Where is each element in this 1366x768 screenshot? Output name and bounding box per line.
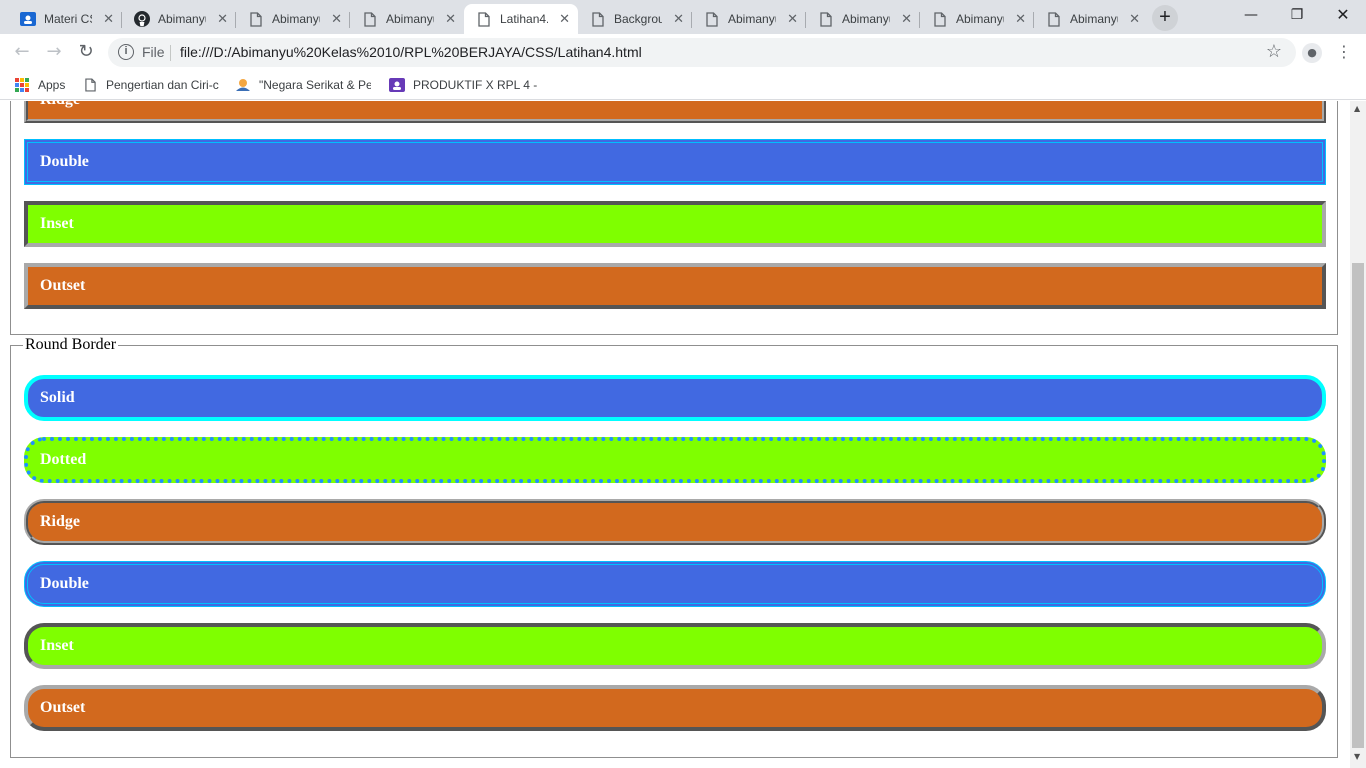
box-label: Inset [40, 637, 74, 654]
tab-title: Abimanyu [158, 12, 206, 26]
close-icon[interactable]: ✕ [331, 11, 342, 27]
tab-abimanyu[interactable]: Abimanyu ✕ [236, 4, 350, 34]
minimize-button[interactable]: — [1228, 0, 1274, 30]
file-icon [82, 77, 98, 93]
profile-avatar[interactable]: ● [1302, 43, 1322, 63]
close-icon[interactable]: ✕ [1015, 11, 1026, 27]
close-icon[interactable]: ✕ [901, 11, 912, 27]
new-tab-button[interactable]: + [1152, 5, 1178, 31]
tab-title: Latihan4.html [500, 12, 548, 26]
file-icon [932, 11, 948, 27]
box-label: Ridge [40, 513, 80, 530]
file-icon [476, 11, 492, 27]
tab-title: Abimanyu [728, 12, 776, 26]
box-label: Outset [40, 277, 86, 294]
box-label: Solid [40, 389, 75, 406]
file-icon [818, 11, 834, 27]
bookmark-pengertian[interactable]: Pengertian dan Ciri-c [82, 77, 222, 93]
close-window-button[interactable]: ✕ [1320, 0, 1366, 30]
tab-title: Materi CSS [44, 12, 92, 26]
back-button[interactable]: ← [8, 38, 36, 66]
file-icon [704, 11, 720, 27]
round-box-solid: Solid [24, 375, 1326, 421]
classroom-icon [389, 77, 405, 93]
close-icon[interactable]: ✕ [787, 11, 798, 27]
address-divider [170, 45, 171, 61]
scrollbar-thumb[interactable] [1352, 263, 1364, 748]
bookmark-apps[interactable]: Apps [14, 77, 65, 93]
tab-latihan4-active[interactable]: Latihan4.html ✕ [464, 4, 578, 34]
close-icon[interactable]: ✕ [673, 11, 684, 27]
tab-materi-css[interactable]: Materi CSS ✕ [8, 4, 122, 34]
reload-button[interactable]: ↻ [72, 38, 100, 66]
tab-abimanyu[interactable]: Abimanyu ✕ [806, 4, 920, 34]
file-icon [590, 11, 606, 27]
close-icon[interactable]: ✕ [559, 11, 570, 27]
round-box-double: Double [24, 561, 1326, 607]
bookmark-label: Apps [38, 78, 66, 92]
bookmark-negara-serikat[interactable]: "Negara Serikat & Pe [235, 77, 371, 93]
browser-toolbar: ← → ↻ i File file:///D:/Abimanyu%20Kelas… [0, 34, 1366, 70]
tab-strip: Materi CSS ✕ Abimanyu ✕ Abimanyu ✕ Abima… [0, 0, 1366, 34]
box-ridge: Ridge [24, 101, 1326, 123]
file-icon [248, 11, 264, 27]
box-label: Ridge [40, 101, 80, 109]
github-icon [134, 11, 150, 27]
box-label: Outset [40, 699, 86, 716]
box-label: Dotted [40, 451, 87, 468]
site-favicon-icon [235, 77, 251, 93]
scroll-up-arrow-icon[interactable]: ▲ [1354, 104, 1360, 113]
tab-title: Abimanyu [956, 12, 1004, 26]
round-box-inset: Inset [24, 623, 1326, 669]
classroom-icon [20, 11, 36, 27]
tab-abimanyu[interactable]: Abimanyu ✕ [1034, 4, 1148, 34]
bookmark-label: "Negara Serikat & Pe [259, 78, 371, 92]
forward-button[interactable]: → [40, 38, 68, 66]
fieldset-legend: Round Border [23, 336, 119, 354]
tab-title: Abimanyu [1070, 12, 1118, 26]
box-inset: Inset [24, 201, 1326, 247]
close-icon[interactable]: ✕ [103, 11, 114, 27]
tab-title: Abimanyu [842, 12, 890, 26]
box-label: Double [40, 153, 89, 170]
bookmark-label: PRODUKTIF X RPL 4 - [413, 78, 538, 92]
tab-abimanyu[interactable]: Abimanyu ✕ [350, 4, 464, 34]
close-icon[interactable]: ✕ [217, 11, 228, 27]
tab-background[interactable]: Background ✕ [578, 4, 692, 34]
info-icon[interactable]: i [118, 44, 134, 60]
tab-abimanyu[interactable]: Abimanyu ✕ [920, 4, 1034, 34]
restore-button[interactable]: ❐ [1274, 0, 1320, 30]
box-double: Double [24, 139, 1326, 185]
bookmarks-bar: Apps Pengertian dan Ciri-c "Negara Serik… [0, 70, 1366, 100]
scroll-down-arrow-icon[interactable]: ▼ [1354, 752, 1360, 761]
bookmark-produktif[interactable]: PRODUKTIF X RPL 4 - [389, 77, 537, 93]
tab-title: Abimanyu [272, 12, 320, 26]
round-box-outset: Outset [24, 685, 1326, 731]
bookmark-label: Pengertian dan Ciri-c [106, 78, 219, 92]
apps-grid-icon [14, 77, 30, 93]
close-icon[interactable]: ✕ [445, 11, 456, 27]
tab-title: Background [614, 12, 662, 26]
round-box-ridge: Ridge [24, 499, 1326, 545]
box-outset: Outset [24, 263, 1326, 309]
round-box-dotted: Dotted [24, 437, 1326, 483]
url-text[interactable]: file:///D:/Abimanyu%20Kelas%2010/RPL%20B… [180, 44, 642, 60]
box-label: Double [40, 575, 89, 592]
bookmark-star-icon[interactable]: ☆ [1266, 41, 1282, 62]
tab-abimanyu[interactable]: Abimanyu ✕ [692, 4, 806, 34]
tab-abimanyu-github[interactable]: Abimanyu ✕ [122, 4, 236, 34]
scheme-label: File [142, 44, 165, 60]
file-icon [1046, 11, 1062, 27]
address-bar[interactable]: i File file:///D:/Abimanyu%20Kelas%2010/… [108, 38, 1296, 67]
page-viewport: Ridge Double Inset Outset Round Border S… [0, 101, 1350, 768]
file-icon [362, 11, 378, 27]
tab-title: Abimanyu [386, 12, 434, 26]
menu-icon[interactable]: ⋮ [1336, 41, 1352, 63]
close-icon[interactable]: ✕ [1129, 11, 1140, 27]
box-label: Inset [40, 215, 74, 232]
